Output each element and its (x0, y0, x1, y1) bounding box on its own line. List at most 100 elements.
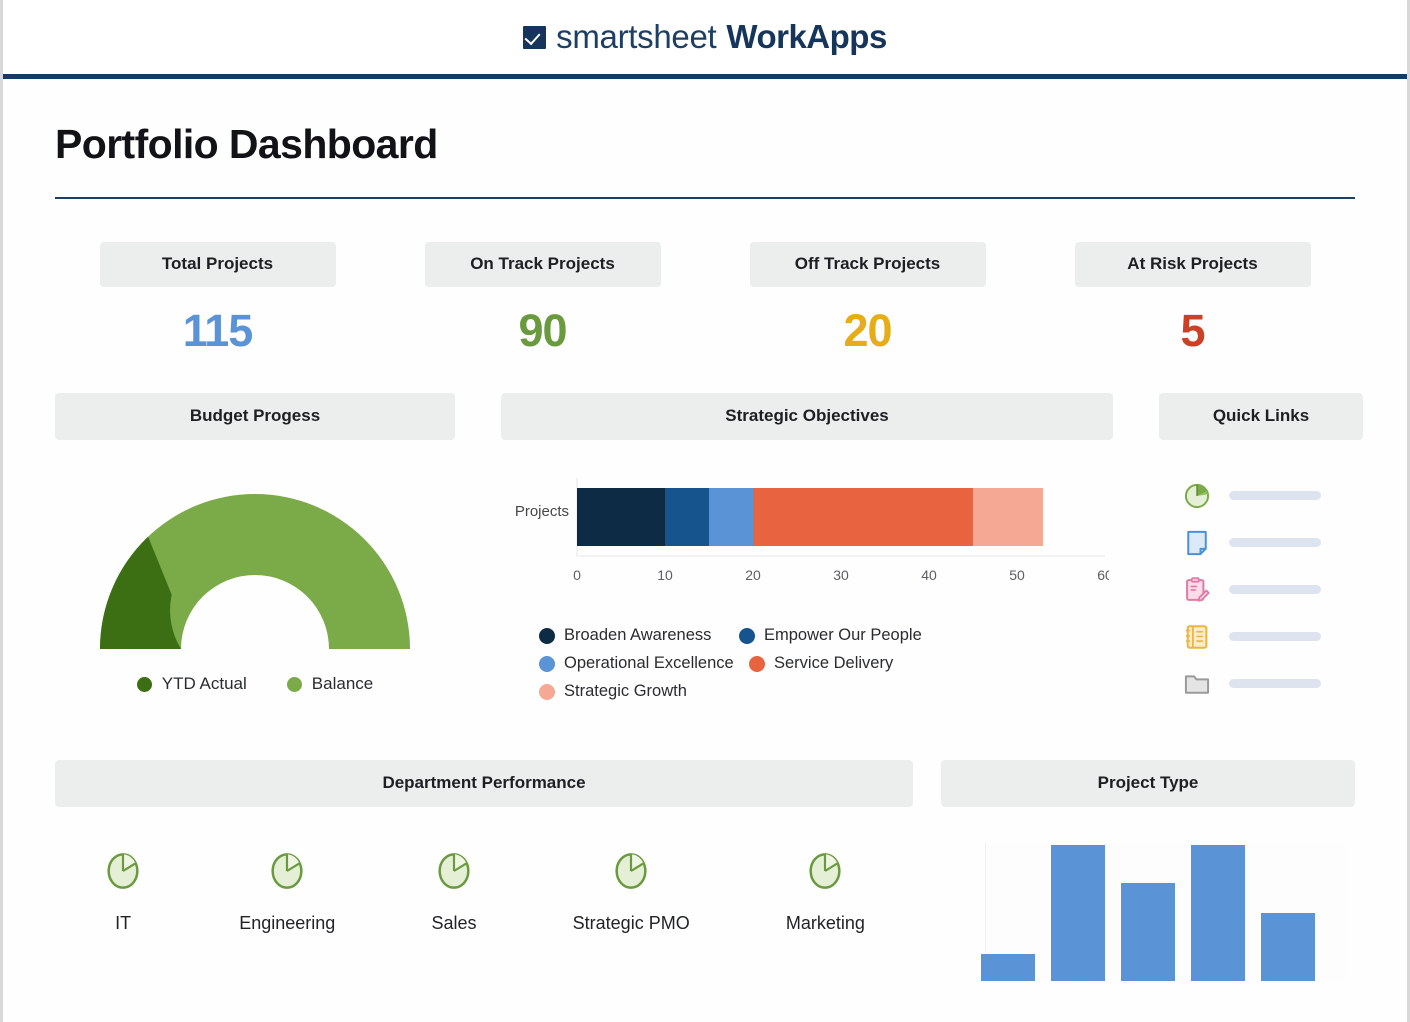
legend-item-empower-our-people: Empower Our People (739, 626, 939, 645)
kpi-card-at-risk-projects[interactable]: At Risk Projects 5 (1030, 242, 1355, 357)
kpi-row: Total Projects 115 On Track Projects 90 … (55, 242, 1355, 357)
smartsheet-workapps-logo: smartsheet WorkApps (523, 18, 887, 56)
svg-text:40: 40 (921, 567, 937, 583)
quick-link-placeholder-bar (1229, 585, 1321, 594)
panel-title-quick-links: Quick Links (1159, 393, 1363, 440)
quick-link-placeholder-bar (1229, 538, 1321, 547)
kpi-value: 5 (1180, 305, 1204, 357)
quick-links-list (1159, 472, 1363, 707)
legend-label: Broaden Awareness (564, 626, 711, 645)
bar-2 (1051, 845, 1105, 981)
quick-link-item-3[interactable] (1183, 566, 1363, 613)
quick-link-item-1[interactable] (1183, 472, 1363, 519)
legend-swatch-icon (539, 684, 555, 700)
kpi-label: Total Projects (100, 242, 336, 287)
kpi-card-off-track-projects[interactable]: Off Track Projects 20 (705, 242, 1030, 357)
bar-1 (981, 954, 1035, 981)
legend-item-ytd-actual: YTD Actual (137, 674, 247, 694)
bar-3 (1121, 883, 1175, 981)
kpi-label: Off Track Projects (750, 242, 986, 287)
legend-swatch-icon (749, 656, 765, 672)
axis-label-projects: Projects (515, 503, 569, 520)
department-item-it[interactable]: IT (103, 851, 143, 934)
quick-link-placeholder-bar (1229, 632, 1321, 641)
panel-strategic-objectives: Strategic Objectives Projects (501, 393, 1113, 710)
panel-title-budget-progress: Budget Progess (55, 393, 455, 440)
quick-link-placeholder-bar (1229, 679, 1321, 688)
legend-swatch-icon (287, 677, 302, 692)
pie-chart-icon (805, 851, 845, 896)
department-label: IT (115, 913, 131, 934)
legend-label: Balance (312, 674, 373, 694)
pie-chart-icon (1183, 482, 1211, 510)
quick-link-placeholder-bar (1229, 491, 1321, 500)
gauge-svg (96, 490, 414, 652)
kpi-card-on-track-projects[interactable]: On Track Projects 90 (380, 242, 705, 357)
clipboard-edit-icon (1183, 576, 1211, 604)
bar-segment-broaden-awareness (577, 488, 665, 546)
kpi-label: On Track Projects (425, 242, 661, 287)
svg-text:10: 10 (657, 567, 673, 583)
bar-5 (1261, 913, 1315, 981)
panel-quick-links: Quick Links (1159, 393, 1363, 710)
department-label: Marketing (786, 913, 865, 934)
department-performance-list: IT Engineering (55, 851, 913, 934)
strategic-objectives-chart[interactable]: Projects 0 10 20 30 40 (501, 470, 1113, 600)
bar-4 (1191, 845, 1245, 981)
pie-chart-icon (103, 851, 143, 896)
panel-project-type: Project Type (941, 760, 1355, 981)
notebook-icon (1183, 623, 1211, 651)
bar-segment-operational-excellence (709, 488, 753, 546)
panel-title-department-performance: Department Performance (55, 760, 913, 807)
mid-row: Budget Progess YTD Actual (55, 393, 1355, 710)
kpi-card-total-projects[interactable]: Total Projects 115 (55, 242, 380, 357)
svg-text:0: 0 (573, 567, 581, 583)
kpi-value: 115 (183, 305, 253, 357)
strategic-objectives-legend: Broaden Awareness Empower Our People Ope… (501, 626, 1113, 710)
pie-chart-icon (611, 851, 651, 896)
legend-item-broaden-awareness: Broaden Awareness (539, 626, 739, 645)
page-title: Portfolio Dashboard (55, 121, 1355, 168)
x-axis-ticks: 0 10 20 30 40 50 60 (573, 567, 1109, 583)
department-item-marketing[interactable]: Marketing (786, 851, 865, 934)
legend-label: Operational Excellence (564, 654, 734, 673)
legend-swatch-icon (739, 628, 755, 644)
strategic-bar-svg: Projects 0 10 20 30 40 (505, 470, 1109, 595)
quick-link-item-2[interactable] (1183, 519, 1363, 566)
folder-icon (1183, 670, 1211, 698)
legend-label: Strategic Growth (564, 682, 687, 701)
legend-item-operational-excellence: Operational Excellence (539, 654, 749, 673)
department-item-sales[interactable]: Sales (431, 851, 476, 934)
bar-segment-empower-our-people (665, 488, 709, 546)
brand-header: smartsheet WorkApps (3, 0, 1407, 74)
department-item-engineering[interactable]: Engineering (239, 851, 335, 934)
legend-swatch-icon (539, 628, 555, 644)
legend-item-service-delivery: Service Delivery (749, 654, 949, 673)
quick-link-item-4[interactable] (1183, 613, 1363, 660)
department-label: Strategic PMO (573, 913, 690, 934)
panel-department-performance: Department Performance IT (55, 760, 913, 981)
svg-text:20: 20 (745, 567, 761, 583)
legend-item-strategic-growth: Strategic Growth (539, 682, 739, 701)
page-body: Portfolio Dashboard Total Projects 115 O… (3, 121, 1407, 981)
dashboard-root: smartsheet WorkApps Portfolio Dashboard … (0, 0, 1410, 1022)
kpi-value: 90 (518, 305, 566, 357)
legend-label: YTD Actual (162, 674, 247, 694)
brand-divider (3, 74, 1407, 79)
legend-swatch-icon (539, 656, 555, 672)
bar-segment-service-delivery (753, 488, 973, 546)
panel-title-project-type: Project Type (941, 760, 1355, 807)
kpi-value: 20 (843, 305, 891, 357)
brand-name-bold: WorkApps (726, 18, 886, 56)
brand-name-light: smartsheet (556, 18, 716, 56)
legend-swatch-icon (137, 677, 152, 692)
project-type-chart[interactable] (941, 831, 1355, 981)
budget-progress-gauge[interactable] (55, 477, 455, 652)
smartsheet-check-icon (523, 26, 546, 49)
department-item-strategic-pmo[interactable]: Strategic PMO (573, 851, 690, 934)
legend-item-balance: Balance (287, 674, 373, 694)
document-icon (1183, 529, 1211, 557)
pie-chart-icon (434, 851, 474, 896)
quick-link-item-5[interactable] (1183, 660, 1363, 707)
legend-label: Service Delivery (774, 654, 893, 673)
